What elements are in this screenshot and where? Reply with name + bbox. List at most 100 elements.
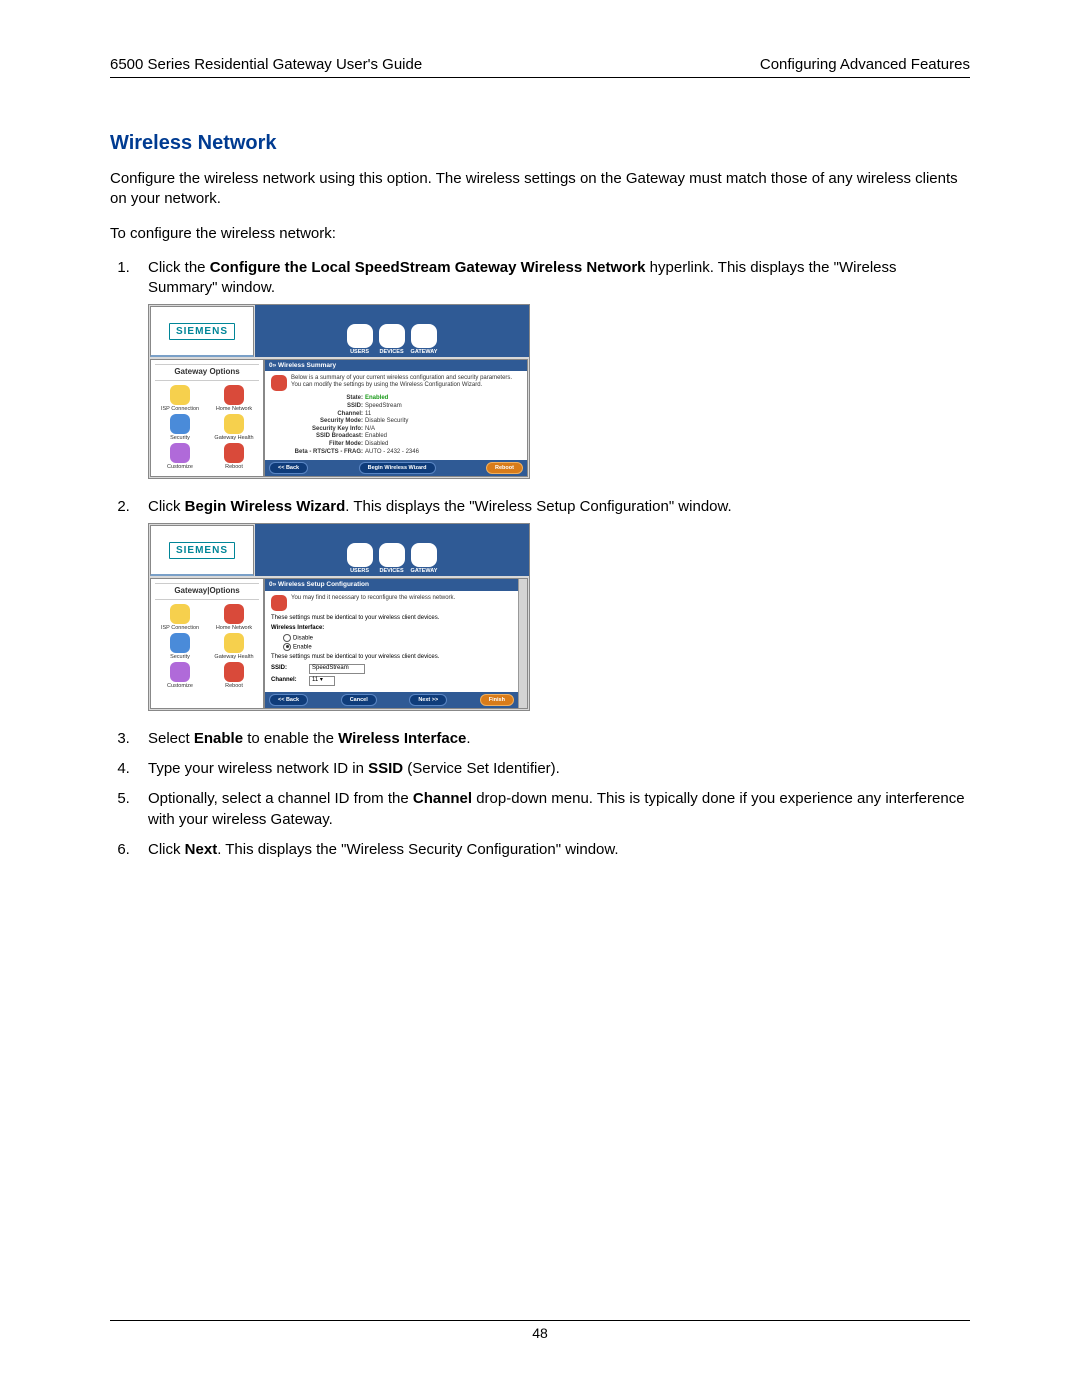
channel-value: 11 xyxy=(365,411,371,418)
reboot-icon xyxy=(224,443,244,463)
steps-list: Click the Configure the Local SpeedStrea… xyxy=(110,258,970,860)
sidebar-item-security[interactable]: Security xyxy=(170,414,190,441)
tab-users-label: USERS xyxy=(350,349,369,355)
security-icon xyxy=(170,414,190,434)
page: 6500 Series Residential Gateway User's G… xyxy=(0,0,1080,1397)
seckey-value: N/A xyxy=(365,426,375,433)
logo-pane-2: SIEMENS xyxy=(150,525,254,576)
setup-note-2: These settings must be identical to your… xyxy=(271,654,514,661)
beta-value: AUTO - 2432 - 2346 xyxy=(365,449,419,456)
top-tabs: USERS DEVICES GATEWAY xyxy=(255,305,529,357)
cancel-button[interactable]: Cancel xyxy=(341,694,377,706)
radio-disable[interactable] xyxy=(283,634,291,642)
security-icon-2 xyxy=(170,633,190,653)
summary-icon xyxy=(271,375,287,391)
channel-field-label: Channel: xyxy=(271,677,305,684)
header-right: Configuring Advanced Features xyxy=(760,56,970,73)
radio-enable[interactable] xyxy=(283,643,291,651)
reboot-button[interactable]: Reboot xyxy=(486,462,523,474)
devices-icon-2 xyxy=(379,543,405,567)
step-4-a: Type your wireless network ID in xyxy=(148,760,368,777)
sidebar-customize-label: Customize xyxy=(167,464,193,470)
sidebar-item-isp-2[interactable]: ISP Connection xyxy=(161,604,199,631)
tab-devices[interactable]: DEVICES xyxy=(379,324,405,355)
bcast-label: SSID Broadcast: xyxy=(293,433,365,440)
sidebar-health-label-2: Gateway Health xyxy=(214,654,253,660)
sidebar-item-health-2[interactable]: Gateway Health xyxy=(214,633,253,660)
intro-paragraph-1: Configure the wireless network using thi… xyxy=(110,169,970,210)
health-icon xyxy=(224,414,244,434)
tab-users-label-2: USERS xyxy=(350,568,369,574)
panel-title-bar: 0» Wireless Summary xyxy=(265,360,527,371)
step-3: Select Enable to enable the Wireless Int… xyxy=(134,729,970,749)
seckey-label: Security Key Info: xyxy=(293,426,365,433)
sidebar-item-customize[interactable]: Customize xyxy=(167,443,193,470)
sidebar-2: Gateway|Options ISP Connection Home Netw… xyxy=(150,578,264,708)
tab-gateway[interactable]: GATEWAY xyxy=(411,324,438,355)
gateway-icon-2 xyxy=(411,543,437,567)
step-1-text-a: Click the xyxy=(148,259,210,276)
step-1-bold: Configure the Local SpeedStream Gateway … xyxy=(210,259,646,276)
radio-enable-label: Enable xyxy=(293,645,312,651)
tab-gateway-2[interactable]: GATEWAY xyxy=(411,543,438,574)
back-button[interactable]: << Back xyxy=(269,462,308,474)
intro-paragraph-2: To configure the wireless network: xyxy=(110,224,970,244)
sidebar-item-customize-2[interactable]: Customize xyxy=(167,662,193,689)
screenshot-wireless-setup: SIEMENS USERS DEVICES GATEWAY Gateway|Op… xyxy=(148,523,530,710)
bcast-value: Enabled xyxy=(365,433,387,440)
finish-button[interactable]: Finish xyxy=(480,694,514,706)
step-4: Type your wireless network ID in SSID (S… xyxy=(134,759,970,779)
beta-label: Beta - RTS/CTS - FRAG: xyxy=(293,449,365,456)
sidebar-health-label: Gateway Health xyxy=(214,435,253,441)
screenshot-wireless-summary: SIEMENS USERS DEVICES GATEWAY Gateway Op… xyxy=(148,304,530,479)
radio-enable-row[interactable]: Enable xyxy=(271,643,514,651)
devices-icon xyxy=(379,324,405,348)
tab-users[interactable]: USERS xyxy=(347,324,373,355)
radio-disable-row[interactable]: Disable xyxy=(271,634,514,642)
page-number: 48 xyxy=(532,1325,548,1341)
tab-users-2[interactable]: USERS xyxy=(347,543,373,574)
ssid-field-label: SSID: xyxy=(271,665,305,672)
sidebar-item-reboot[interactable]: Reboot xyxy=(224,443,244,470)
step-5-b: Channel xyxy=(413,790,472,807)
step-3-e: . xyxy=(466,730,470,747)
sidebar-reboot-label: Reboot xyxy=(225,464,243,470)
next-button[interactable]: Next >> xyxy=(409,694,447,706)
step-6-c: . This displays the "Wireless Security C… xyxy=(217,841,618,858)
scrollbar[interactable] xyxy=(518,579,527,707)
page-footer: 48 xyxy=(110,1320,970,1341)
sidebar-item-isp[interactable]: ISP Connection xyxy=(161,385,199,412)
filter-label: Filter Mode: xyxy=(293,441,365,448)
home-icon-2 xyxy=(224,604,244,624)
health-icon-2 xyxy=(224,633,244,653)
ssid-value: SpeedStream xyxy=(365,403,402,410)
sidebar-home-label: Home Network xyxy=(216,406,252,412)
sidebar-item-security-2[interactable]: Security xyxy=(170,633,190,660)
sidebar-home-label-2: Home Network xyxy=(216,625,252,631)
sidebar-item-home-2[interactable]: Home Network xyxy=(216,604,252,631)
sidebar-item-health[interactable]: Gateway Health xyxy=(214,414,253,441)
ssid-input[interactable]: SpeedStream xyxy=(309,664,365,674)
sidebar-security-label: Security xyxy=(170,435,190,441)
sidebar-item-reboot-2[interactable]: Reboot xyxy=(224,662,244,689)
begin-wizard-button[interactable]: Begin Wireless Wizard xyxy=(359,462,436,474)
step-2-text-a: Click xyxy=(148,498,185,515)
channel-select[interactable]: 11 ▾ xyxy=(309,676,335,686)
logo-pane: SIEMENS xyxy=(150,306,254,357)
channel-label: Channel: xyxy=(293,411,365,418)
tab-devices-2[interactable]: DEVICES xyxy=(379,543,405,574)
back-button-2[interactable]: << Back xyxy=(269,694,308,706)
summary-description: Below is a summary of your current wirel… xyxy=(291,375,521,388)
section-title: Wireless Network xyxy=(110,132,970,155)
users-icon-2 xyxy=(347,543,373,567)
sidebar-customize-label-2: Customize xyxy=(167,683,193,689)
users-icon xyxy=(347,324,373,348)
sidebar-item-home[interactable]: Home Network xyxy=(216,385,252,412)
reboot-icon-2 xyxy=(224,662,244,682)
panel-title-bar-2: 0» Wireless Setup Configuration xyxy=(265,579,518,590)
step-6-a: Click xyxy=(148,841,185,858)
sidebar-reboot-label-2: Reboot xyxy=(225,683,243,689)
isp-icon-2 xyxy=(170,604,190,624)
tab-devices-label-2: DEVICES xyxy=(379,568,403,574)
radio-disable-label: Disable xyxy=(293,635,313,641)
